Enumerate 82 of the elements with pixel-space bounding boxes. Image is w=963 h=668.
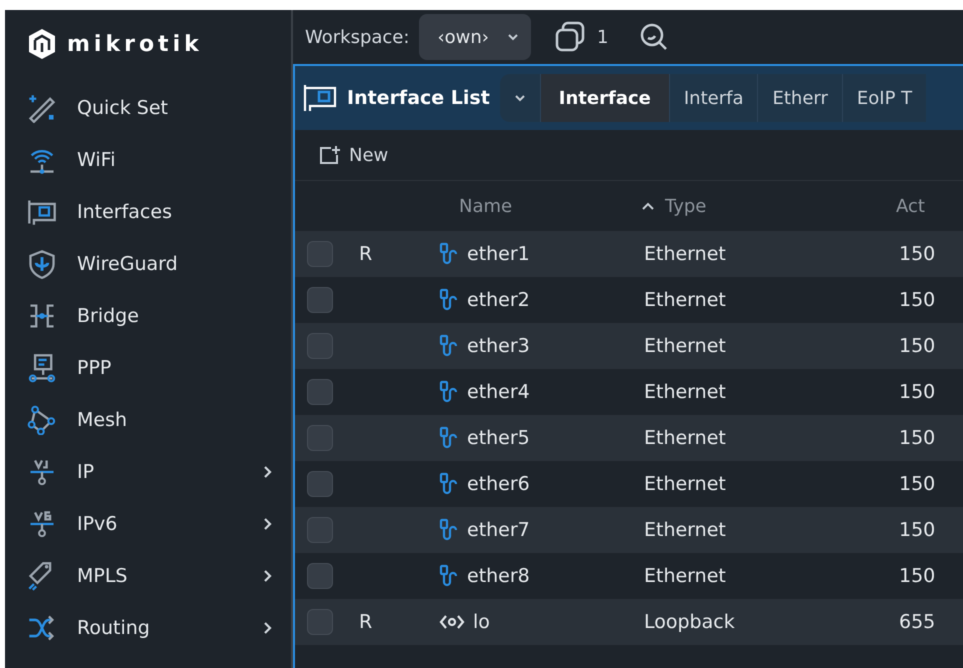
table-cell: ether3 [467, 335, 530, 357]
row-checkbox[interactable] [307, 517, 333, 543]
plug-icon [439, 564, 459, 588]
windows-icon[interactable] [553, 20, 587, 54]
table-cell: ether6 [467, 473, 530, 495]
tab[interactable]: Interfa [668, 74, 758, 122]
sidebar-item[interactable]: IPv6 [5, 498, 291, 550]
plug-icon [439, 472, 459, 496]
row-checkbox[interactable] [307, 425, 333, 451]
window-title: Interface List [347, 87, 490, 109]
sidebar-item[interactable]: PPP [5, 342, 291, 394]
row-checkbox[interactable] [307, 241, 333, 267]
table-cell-text: Ethernet [644, 473, 727, 495]
sidebar-item[interactable]: Routing [5, 602, 291, 654]
table-cell-text: Ethernet [644, 427, 727, 449]
tab[interactable]: EoIP T [842, 74, 926, 122]
window-count: 1 [597, 26, 608, 48]
sidebar-item[interactable]: Mesh [5, 394, 291, 446]
table-cell: 150 [899, 289, 936, 311]
row-checkbox[interactable] [307, 287, 333, 313]
table-cell-text: Ethernet [644, 381, 727, 403]
table-cell-text: Ethernet [644, 243, 727, 265]
network-card-icon [303, 83, 337, 113]
table-cell: 655 [899, 611, 936, 633]
column-header[interactable]: Name [459, 196, 512, 216]
table-cell-text: Ethernet [644, 335, 727, 357]
table-cell: ether7 [467, 519, 530, 541]
table-cell-text: Ethernet [644, 565, 727, 587]
menu-icon [27, 93, 57, 123]
menu-icon [27, 353, 57, 383]
table-cell: ether8 [467, 565, 530, 587]
caret-icon [514, 94, 526, 102]
loopback-icon [439, 614, 465, 630]
sidebar-item[interactable]: MPLS [5, 550, 291, 602]
table-cell: ether5 [467, 427, 530, 449]
logo-text: mikrotik [67, 32, 203, 56]
menu-icon [27, 613, 57, 643]
table-cell: 150 [899, 243, 936, 265]
sidebar-item[interactable]: Quick Set [5, 82, 291, 134]
table-cell: lo [473, 611, 490, 633]
flag-text: R [359, 243, 372, 265]
table-cell: 150 [899, 473, 936, 495]
sidebar-item[interactable]: Interfaces [5, 186, 291, 238]
flag-text: R [359, 611, 372, 633]
plug-icon [439, 380, 459, 404]
sidebar-item[interactable]: Bridge [5, 290, 291, 342]
plug-icon [439, 426, 459, 450]
plug-icon [439, 288, 459, 312]
table-cell: ether2 [467, 289, 530, 311]
new-button[interactable]: New [317, 140, 390, 170]
row-checkbox[interactable] [307, 333, 333, 359]
table-cell: ether4 [467, 381, 530, 403]
logo-icon [27, 28, 57, 60]
plug-icon [439, 518, 459, 542]
sidebar-item[interactable]: IP [5, 446, 291, 498]
table-cell: 150 [899, 381, 936, 403]
tab[interactable]: Interface [540, 74, 669, 122]
column-header[interactable]: Act [896, 196, 925, 216]
plug-icon [439, 334, 459, 358]
caret-icon [507, 33, 519, 41]
table-cell-text: Ethernet [644, 289, 727, 311]
workspace-label: Workspace: [305, 26, 410, 48]
plug-icon [439, 242, 459, 266]
table-cell-text: Ethernet [644, 519, 727, 541]
menu-icon [27, 249, 57, 279]
column-header[interactable]: Type [665, 196, 706, 216]
table-cell: 150 [899, 519, 936, 541]
table-cell: 150 [899, 335, 936, 357]
tab[interactable]: Etherr [757, 74, 842, 122]
row-checkbox[interactable] [307, 563, 333, 589]
row-checkbox[interactable] [307, 379, 333, 405]
add-icon [319, 145, 341, 165]
table-cell: 150 [899, 565, 936, 587]
table-cell-text: Loopback [644, 611, 736, 633]
row-checkbox[interactable] [307, 609, 333, 635]
workspace-dropdown[interactable]: ‹own› [419, 14, 531, 60]
sidebar-item[interactable]: WireGuard [5, 238, 291, 290]
sidebar-item[interactable]: WiFi [5, 134, 291, 186]
menu-icon [27, 405, 57, 435]
table-cell: ether1 [467, 243, 530, 265]
table-cell: 150 [899, 427, 936, 449]
row-checkbox[interactable] [307, 471, 333, 497]
